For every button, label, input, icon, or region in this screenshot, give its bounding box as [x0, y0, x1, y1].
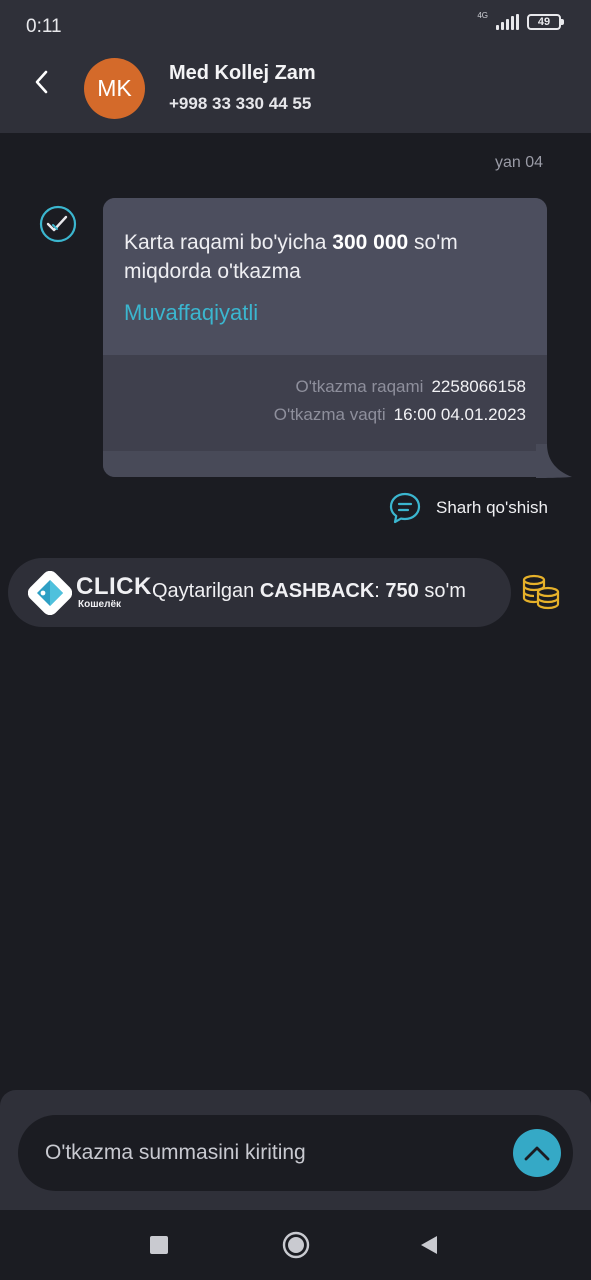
- transfer-time-value: 16:00 04.01.2023: [393, 405, 526, 424]
- contact-phone: +998 33 330 44 55: [169, 94, 312, 113]
- battery-icon: 49: [527, 14, 564, 30]
- status-icons: 4G 49: [477, 11, 564, 30]
- top-bar: 0:11 4G 49 MK Med Kollej Zam +998 33 330…: [0, 0, 591, 133]
- back-nav-button[interactable]: [418, 1234, 440, 1256]
- message-date: yan 04: [494, 154, 543, 171]
- system-navigation-bar: [0, 1210, 591, 1280]
- bubble-summary: Karta raqami bo'yicha 300 000 so'm miqdo…: [103, 198, 547, 355]
- transfer-message-bubble[interactable]: Karta raqami bo'yicha 300 000 so'm miqdo…: [103, 198, 547, 477]
- recent-apps-button[interactable]: [150, 1236, 168, 1254]
- chevron-left-icon: [35, 70, 48, 94]
- network-type: 4G: [477, 11, 488, 20]
- cashback-prefix: Qaytarilgan: [152, 580, 260, 602]
- contact-name[interactable]: Med Kollej Zam: [169, 62, 316, 85]
- amount-input-container: [18, 1115, 573, 1191]
- cashback-value: 750: [385, 580, 419, 602]
- avatar[interactable]: MK: [84, 58, 145, 119]
- transfer-status: Muvaffaqiyatli: [124, 300, 259, 325]
- cashback-colon: :: [374, 580, 386, 602]
- cashback-text: Qaytarilgan CASHBACK: 750 so'm: [152, 580, 466, 603]
- cashback-banner[interactable]: CLICK Кошелёк Qaytarilgan CASHBACK: 750 …: [8, 558, 511, 627]
- checkmark-circle-icon: [39, 205, 77, 243]
- amount-composer: [0, 1090, 591, 1210]
- signal-icon: [496, 14, 519, 30]
- click-brand: CLICK: [76, 573, 152, 600]
- bubble-footer: [103, 451, 547, 477]
- amount-input[interactable]: [45, 1115, 505, 1191]
- transfer-number-value: 2258066158: [431, 377, 526, 396]
- add-comment-label: Sharh qo'shish: [436, 498, 548, 517]
- transfer-description: Karta raqami bo'yicha 300 000 so'm miqdo…: [124, 228, 534, 286]
- cashback-label: CASHBACK: [259, 580, 375, 602]
- transfer-time-label: O'tkazma vaqti: [273, 405, 386, 424]
- status-time: 0:11: [26, 16, 62, 37]
- back-button[interactable]: [26, 62, 56, 102]
- transfer-amount: 300 000: [332, 231, 409, 254]
- bubble-details: O'tkazma raqami 2258066158 O'tkazma vaqt…: [103, 355, 547, 451]
- chevron-up-icon: [524, 1146, 550, 1161]
- transfer-number-row: O'tkazma raqami 2258066158: [296, 377, 527, 397]
- transfer-number-label: O'tkazma raqami: [295, 377, 424, 396]
- cashback-currency: so'm: [418, 580, 466, 602]
- comment-icon: [389, 492, 421, 524]
- bubble-tail: [536, 444, 572, 478]
- add-comment-button[interactable]: Sharh qo'shish: [388, 491, 548, 525]
- click-logo-icon: [28, 571, 72, 615]
- transfer-time-row: O'tkazma vaqti 16:00 04.01.2023: [274, 405, 526, 425]
- coins-icon: [522, 574, 560, 610]
- home-button[interactable]: [282, 1231, 310, 1259]
- submit-amount-button[interactable]: [513, 1129, 561, 1177]
- description-prefix: Karta raqami bo'yicha: [124, 231, 333, 254]
- click-brand-sub: Кошелёк: [78, 599, 122, 610]
